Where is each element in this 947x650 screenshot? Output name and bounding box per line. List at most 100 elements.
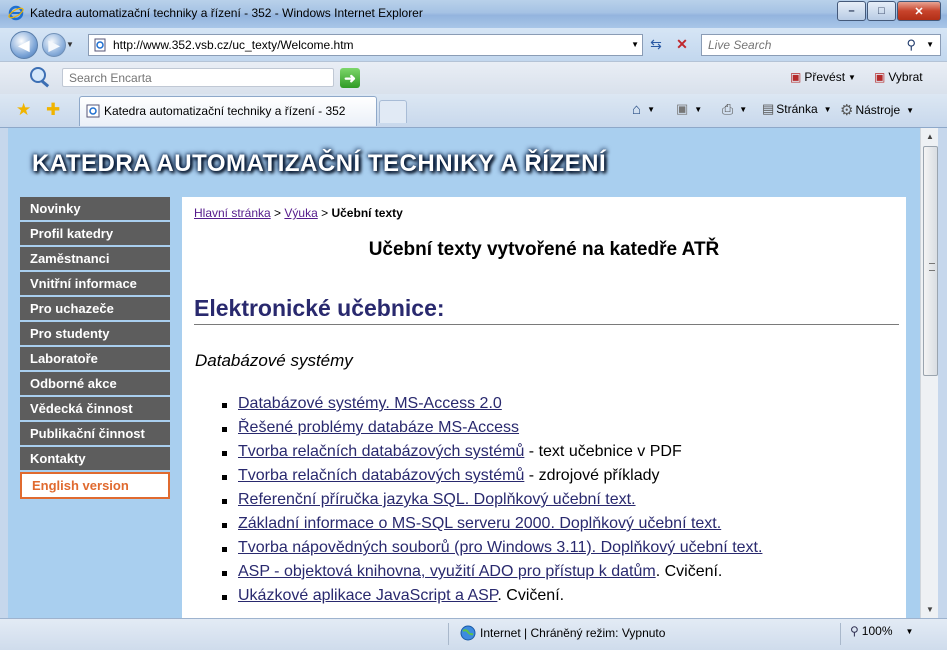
link-suffix: - text učebnice v PDF xyxy=(524,443,682,460)
link-suffix: . Cvičení. xyxy=(655,563,723,580)
print-button[interactable]: ⎙ ▼ xyxy=(722,101,747,118)
encarta-go-button[interactable]: ➜ xyxy=(340,68,360,88)
page-icon xyxy=(94,38,106,52)
list-item: Tvorba relačních databázových systémů - … xyxy=(196,440,762,464)
favorites-star-icon[interactable]: ★ xyxy=(16,100,31,120)
textbook-link[interactable]: Tvorba nápovědných souborů (pro Windows … xyxy=(238,539,762,556)
search-icon[interactable]: ⚲ xyxy=(906,37,916,53)
zone-label: Internet | Chráněný režim: Vypnuto xyxy=(480,626,666,640)
status-bar: Internet | Chráněný režim: Vypnuto ⚲ 100… xyxy=(0,618,947,650)
textbook-link[interactable]: Referenční příručka jazyka SQL. Doplňkov… xyxy=(238,491,636,508)
list-item: Tvorba relačních databázových systémů - … xyxy=(196,464,762,488)
textbook-link[interactable]: Tvorba relačních databázových systémů xyxy=(238,443,524,460)
sidebar-item-vedecka-cinnost[interactable]: Vědecká činnost xyxy=(20,397,170,420)
link-suffix: - zdrojové příklady xyxy=(524,467,660,484)
zoom-level: 100% xyxy=(861,624,893,638)
list-item: Řešené problémy databáze MS-Access xyxy=(196,416,762,440)
sidebar-item-novinky[interactable]: Novinky xyxy=(20,197,170,220)
tab-bar: ★ ✚ Katedra automatizační techniky a říz… xyxy=(0,94,947,128)
page-viewport: KATEDRA AUTOMATIZAČNÍ TECHNIKY A ŘÍZENÍ … xyxy=(8,128,920,618)
prevest-button[interactable]: ▣ Převést ▼ xyxy=(790,70,856,84)
scroll-down-icon[interactable]: ▼ xyxy=(921,601,939,618)
maximize-button[interactable]: □ xyxy=(867,1,896,21)
sidebar-item-publikacni-cinnost[interactable]: Publikační činnost xyxy=(20,422,170,445)
printer-icon: ⎙ xyxy=(722,101,734,117)
refresh-icon[interactable]: ⇆ xyxy=(646,36,666,54)
scroll-up-icon[interactable]: ▲ xyxy=(921,128,939,145)
list-item: Tvorba nápovědných souborů (pro Windows … xyxy=(196,536,762,560)
sidebar-nav: Novinky Profil katedry Zaměstnanci Vnitř… xyxy=(20,197,170,501)
url-text[interactable]: http://www.352.vsb.cz/uc_texty/Welcome.h… xyxy=(113,38,354,52)
sidebar-item-vnitrni-informace[interactable]: Vnitřní informace xyxy=(20,272,170,295)
vertical-scrollbar[interactable]: ▲ ▼ xyxy=(920,128,939,618)
live-search-input[interactable] xyxy=(706,37,900,53)
window-title: Katedra automatizační techniky a řízení … xyxy=(30,6,423,20)
chevron-down-icon: ▼ xyxy=(739,105,748,114)
breadcrumb-home-link[interactable]: Hlavní stránka xyxy=(194,206,271,220)
encarta-toolbar: ➜ ▣ Převést ▼ ▣ Vybrat xyxy=(0,61,947,95)
subsection-heading: Databázové systémy xyxy=(195,351,353,370)
gear-icon: ⚙ xyxy=(840,102,854,119)
ie-page-icon xyxy=(86,104,100,118)
vybrat-button[interactable]: ▣ Vybrat xyxy=(874,70,923,84)
zoom-control[interactable]: ⚲ 100% ▼ xyxy=(850,624,913,638)
section-heading: Elektronické učebnice: xyxy=(194,295,445,321)
window-frame-left xyxy=(0,128,8,618)
live-search-box[interactable]: ⚲ ▼ xyxy=(701,34,941,56)
textbook-link[interactable]: Základní informace o MS-SQL serveru 2000… xyxy=(238,515,721,532)
zoom-icon: ⚲ xyxy=(850,624,859,638)
breadcrumb-vyuka-link[interactable]: Výuka xyxy=(284,206,317,220)
chevron-down-icon: ▼ xyxy=(905,626,914,636)
main-content: Hlavní stránka > Výuka > Učební texty Uč… xyxy=(182,197,906,618)
nastroje-label: Nástroje xyxy=(855,103,901,117)
new-tab-button[interactable] xyxy=(379,100,407,123)
status-divider xyxy=(448,623,449,645)
breadcrumb-current: Učební texty xyxy=(331,206,403,220)
sidebar-item-kontakty[interactable]: Kontakty xyxy=(20,447,170,470)
chevron-down-icon: ▼ xyxy=(848,72,856,82)
scrollbar-thumb[interactable] xyxy=(923,146,938,376)
textbook-link[interactable]: ASP - objektová knihovna, využití ADO pr… xyxy=(238,563,656,580)
stranka-menu[interactable]: ▤ Stránka ▼ xyxy=(762,101,832,117)
textbook-link[interactable]: Databázové systémy. MS-Access 2.0 xyxy=(238,395,502,412)
address-field[interactable]: http://www.352.vsb.cz/uc_texty/Welcome.h… xyxy=(88,34,643,56)
add-favorite-icon[interactable]: ✚ xyxy=(46,100,60,120)
textbook-link[interactable]: Ukázkové aplikace JavaScript a ASP xyxy=(238,587,497,604)
nastroje-menu[interactable]: ⚙ Nástroje ▼ xyxy=(840,101,914,119)
close-button[interactable]: ✕ xyxy=(897,1,941,21)
forward-button[interactable]: ▶ xyxy=(42,33,66,57)
stop-icon[interactable]: ✕ xyxy=(672,36,692,54)
list-item: Ukázkové aplikace JavaScript a ASP. Cvič… xyxy=(196,584,762,608)
chevron-down-icon: ▼ xyxy=(694,104,703,114)
ie-logo-icon xyxy=(8,5,24,21)
sidebar-item-profil-katedry[interactable]: Profil katedry xyxy=(20,222,170,245)
minimize-button[interactable]: – xyxy=(837,1,866,21)
home-button[interactable]: ⌂ ▼ xyxy=(632,101,655,118)
textbook-link[interactable]: Tvorba relačních databázových systémů xyxy=(238,467,524,484)
back-button[interactable]: ◀ xyxy=(10,31,38,59)
arrow-right-icon: ➜ xyxy=(344,70,356,86)
tab-katedra[interactable]: Katedra automatizační techniky a řízení … xyxy=(79,96,377,126)
globe-icon xyxy=(460,625,476,641)
security-zone[interactable]: Internet | Chráněný režim: Vypnuto xyxy=(460,625,665,641)
sidebar-item-english-version[interactable]: English version xyxy=(20,472,170,499)
textbook-link[interactable]: Řešené problémy databáze MS-Access xyxy=(238,419,519,436)
sidebar-item-odborne-akce[interactable]: Odborné akce xyxy=(20,372,170,395)
encarta-search-input[interactable] xyxy=(62,68,334,87)
textbook-list: Databázové systémy. MS-Access 2.0 Řešené… xyxy=(196,392,762,608)
sidebar-item-laboratore[interactable]: Laboratoře xyxy=(20,347,170,370)
sidebar-item-pro-uchazece[interactable]: Pro uchazeče xyxy=(20,297,170,320)
sidebar-item-zamestnanci[interactable]: Zaměstnanci xyxy=(20,247,170,270)
stranka-label: Stránka xyxy=(776,102,818,116)
grip-icon xyxy=(929,263,935,271)
url-dropdown-icon[interactable]: ▼ xyxy=(631,40,639,49)
breadcrumb-separator: > xyxy=(321,206,329,220)
convert-icon: ▣ xyxy=(790,70,802,84)
search-dropdown-icon[interactable]: ▼ xyxy=(926,40,934,49)
vybrat-label: Vybrat xyxy=(888,70,923,84)
history-dropdown-icon[interactable]: ▼ xyxy=(66,40,74,49)
tab-label: Katedra automatizační techniky a řízení … xyxy=(104,104,346,118)
sidebar-item-pro-studenty[interactable]: Pro studenty xyxy=(20,322,170,345)
feeds-button[interactable]: ▣ ▼ xyxy=(676,101,702,117)
list-item: Referenční příručka jazyka SQL. Doplňkov… xyxy=(196,488,762,512)
